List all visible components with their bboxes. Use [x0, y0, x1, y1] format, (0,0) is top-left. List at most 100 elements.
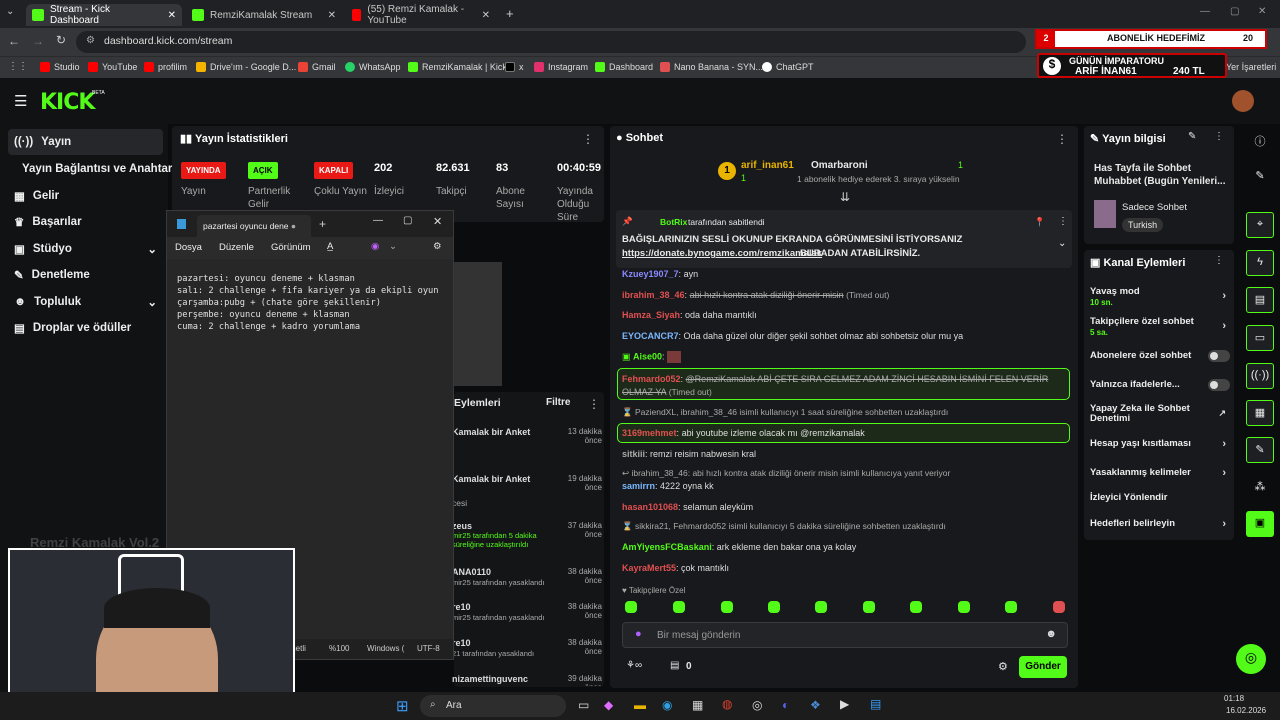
copilot-icon[interactable]: ◉ [371, 241, 379, 252]
bolt-icon[interactable]: ϟ [1246, 250, 1274, 276]
emote-icon[interactable] [863, 601, 875, 613]
close-tab-icon[interactable]: ✕ [168, 10, 176, 21]
more-icon[interactable]: ⋮ [1056, 132, 1068, 146]
task-view-icon[interactable]: ▭ [578, 698, 589, 712]
file-explorer-icon[interactable]: ▬ [634, 698, 646, 712]
account-age-setting[interactable]: Hesap yaşı kısıtlaması › [1090, 438, 1230, 450]
emote-icon[interactable] [625, 601, 637, 613]
bookmark-gmail[interactable]: Gmail [298, 62, 336, 72]
chat-icon[interactable]: ▭ [1246, 325, 1274, 351]
bookmark-profilim[interactable]: profilim [144, 62, 187, 72]
more-icon[interactable]: ⋮ [1214, 255, 1224, 266]
emotes-only-setting[interactable]: Yalnızca ifadelerle... [1090, 379, 1230, 391]
clip-icon[interactable]: ⌖ [1246, 212, 1274, 238]
forward-icon[interactable]: → [32, 34, 44, 48]
more-icon[interactable]: ⋮ [1214, 131, 1224, 142]
minimize-icon[interactable]: — [1200, 6, 1210, 17]
donate-link[interactable]: https://donate.bynogame.com/remzikamalak [622, 248, 822, 259]
emote-icon[interactable] [815, 601, 827, 613]
bookmark-whatsapp[interactable]: WhatsApp [345, 62, 401, 72]
menu-file[interactable]: Dosya [175, 242, 202, 253]
minimize-icon[interactable]: — [373, 215, 383, 226]
menu-edit[interactable]: Düzenle [219, 242, 254, 253]
obs-icon[interactable]: ◎ [752, 698, 762, 712]
close-icon[interactable]: ✕ [433, 215, 442, 228]
gift-icon[interactable]: ▤ [670, 660, 679, 671]
notepad-taskbar-icon[interactable]: ▤ [870, 697, 881, 711]
discord-icon[interactable]: ◐ [782, 698, 789, 712]
sidebar-item-topluluk[interactable]: ☻ Topluluk ⌄ [8, 289, 163, 315]
format-icon[interactable]: A̲ [327, 241, 333, 252]
browser-tab-kick-dashboard[interactable]: Stream - Kick Dashboard ✕ [26, 4, 182, 26]
browser-tab-youtube[interactable]: (55) Remzi Kamalak - YouTube ✕ [346, 4, 496, 26]
kick-logo[interactable]: KICK [40, 90, 95, 115]
chevron-down-icon[interactable]: ⌄ [1058, 238, 1066, 249]
bookmark-drive[interactable]: Drive'ım - Google D... [196, 62, 296, 72]
bookmark-chatgpt[interactable]: ChatGPT [762, 62, 814, 72]
category-thumbnail[interactable] [1094, 200, 1116, 228]
send-button[interactable]: Gönder [1019, 656, 1067, 678]
tab-search-icon[interactable]: ⌄ [6, 6, 14, 17]
url-field[interactable]: ⚙ dashboard.kick.com/stream [76, 31, 1026, 53]
sidebar-item-basarilar[interactable]: ♛ Başarılar [8, 209, 163, 235]
chat-settings-icon[interactable]: ⚙ [998, 660, 1008, 673]
steam-icon[interactable]: ❖ [810, 698, 821, 712]
wrench-icon[interactable]: ✎ [1246, 437, 1274, 463]
close-tab-icon[interactable]: ✕ [328, 10, 336, 21]
windows-start-icon[interactable]: ⊞ [396, 697, 409, 715]
pencil-icon[interactable]: ✎ [1246, 164, 1274, 190]
emote-icon[interactable] [768, 601, 780, 613]
apps-icon[interactable]: ⋮⋮ [8, 61, 28, 72]
bookmark-dashboard[interactable]: Dashboard [595, 62, 653, 72]
chevron-down-icon[interactable]: ⌄ [389, 241, 397, 252]
points-icon[interactable]: ⁂ [1246, 475, 1274, 501]
toggle-switch[interactable] [1208, 350, 1230, 362]
more-icon[interactable]: ⋮ [588, 397, 600, 411]
raid-setting[interactable]: İzleyici Yönlendir [1090, 492, 1230, 503]
settings-icon[interactable]: ⚙ [433, 241, 442, 252]
bookmark-studio[interactable]: Studio [40, 62, 80, 72]
mic-icon[interactable]: ● [635, 628, 642, 640]
chat-input[interactable]: ● Bir mesaj gönderin ☻ [622, 622, 1068, 648]
emoji-icon[interactable]: ☻ [1045, 628, 1057, 640]
edit-icon[interactable]: ✎ [1188, 131, 1196, 142]
bookmark-x[interactable]: x [505, 62, 524, 72]
sidebar-item-droplar[interactable]: ▤ Droplar ve ödüller [8, 315, 163, 341]
subscribers-only-setting[interactable]: Abonelere özel sohbet [1090, 350, 1230, 362]
notepad-tab[interactable]: pazartesi oyuncu dene ● [197, 215, 311, 237]
close-tab-icon[interactable]: ✕ [482, 10, 490, 21]
edge-icon[interactable]: ◉ [662, 698, 672, 712]
list-icon[interactable]: ▤ [1246, 287, 1274, 313]
expand-icon[interactable]: ⇊ [840, 190, 850, 204]
avatar[interactable] [1232, 90, 1254, 112]
bookmark-youtube[interactable]: YouTube [88, 62, 137, 72]
ai-moderation-setting[interactable]: Yapay Zeka ile Sohbet Denetimi ↗ [1090, 404, 1230, 424]
bookmark-kick[interactable]: RemziKamalak | Kick [408, 62, 507, 72]
chrome-icon[interactable]: ◍ [722, 697, 732, 711]
emote-icon[interactable] [721, 601, 733, 613]
slow-mode-toggle[interactable]: Yavaş mod 10 sn. › [1090, 286, 1230, 308]
sidebar-item-studyo[interactable]: ▣ Stüdyo ⌄ [8, 236, 163, 262]
help-button[interactable]: ◎ [1236, 644, 1266, 674]
followers-only-setting[interactable]: Takipçilere özel sohbet 5 sa. › [1090, 316, 1230, 338]
site-info-icon[interactable]: ⚙ [86, 35, 95, 46]
store-icon[interactable]: ▦ [692, 698, 703, 712]
toggle-switch[interactable] [1208, 379, 1230, 391]
broadcast-icon[interactable]: ((·)) [1246, 363, 1274, 389]
more-icon[interactable]: ⋮ [582, 132, 594, 146]
copilot-icon[interactable]: ◆ [604, 698, 613, 712]
taskbar-search[interactable]: ⌕ Ara [420, 695, 566, 717]
bookmark-instagram[interactable]: Instagram [534, 62, 588, 72]
menu-view[interactable]: Görünüm [271, 242, 311, 253]
sidebar-item-denetleme[interactable]: ✎ Denetleme [8, 262, 163, 288]
bookmark-nano-banana[interactable]: Nano Banana - SYN... [660, 62, 763, 72]
reload-icon[interactable]: ↻ [56, 33, 66, 47]
goals-setting[interactable]: Hedefleri belirleyin › [1090, 518, 1230, 530]
notepad-text[interactable]: pazartesi: oyuncu deneme + klasman salı:… [177, 273, 439, 333]
emote-icon[interactable] [958, 601, 970, 613]
emote-icon[interactable] [1005, 601, 1017, 613]
unpin-icon[interactable]: 📍 [1034, 217, 1045, 228]
back-icon[interactable]: ← [8, 34, 20, 48]
more-icon[interactable]: ⋮ [1058, 216, 1068, 227]
info-icon[interactable]: ⓘ [1246, 128, 1274, 154]
